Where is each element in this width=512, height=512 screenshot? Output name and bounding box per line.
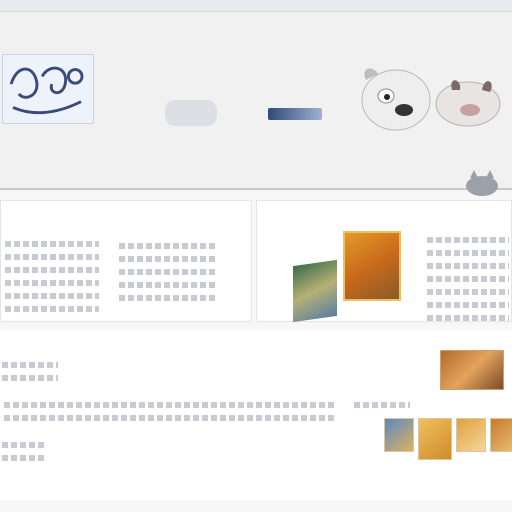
site-tagline [60, 178, 480, 190]
browser-chrome [0, 0, 512, 12]
news-panel-left [0, 200, 252, 322]
cat-icon [462, 168, 502, 198]
media-thumbnail[interactable] [440, 350, 504, 390]
masthead [0, 12, 512, 196]
feature-panel-right [256, 200, 512, 323]
panel-text-block [5, 241, 99, 319]
image-gallery [384, 418, 512, 460]
gallery-thumbnail[interactable] [384, 418, 414, 452]
doodle-logo-icon[interactable] [2, 54, 94, 124]
gallery-thumbnail[interactable] [490, 418, 512, 452]
section-text-block [354, 402, 410, 415]
panel-text-block [427, 237, 509, 328]
gallery-thumbnail[interactable] [418, 418, 452, 460]
dog-mascot-icon [356, 60, 506, 140]
gallery-thumbnail[interactable] [456, 418, 486, 452]
feature-thumbnail[interactable] [343, 231, 401, 301]
content-section [0, 400, 512, 500]
section-text-block [2, 442, 46, 468]
feature-thumbnail[interactable] [293, 259, 337, 323]
header-widget-icon[interactable] [165, 100, 217, 126]
section-text-block [2, 362, 58, 388]
header-banner-bar[interactable] [268, 108, 322, 120]
panel-text-block [119, 243, 215, 308]
site-title[interactable] [4, 130, 474, 170]
content-section [0, 330, 512, 400]
section-text-block [4, 402, 334, 428]
